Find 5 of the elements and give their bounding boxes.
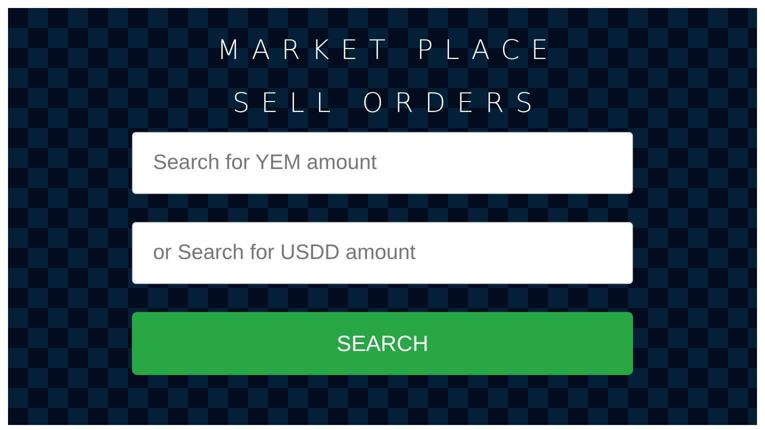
search-button[interactable]: SEARCH [132,312,633,375]
page-title: MARKET PLACE [216,34,560,68]
search-field[interactable]: or Search for USDD amount [132,222,633,284]
page-title: SELL ORDERS [231,87,544,121]
search-field[interactable]: Search for YEM amount [132,132,633,194]
